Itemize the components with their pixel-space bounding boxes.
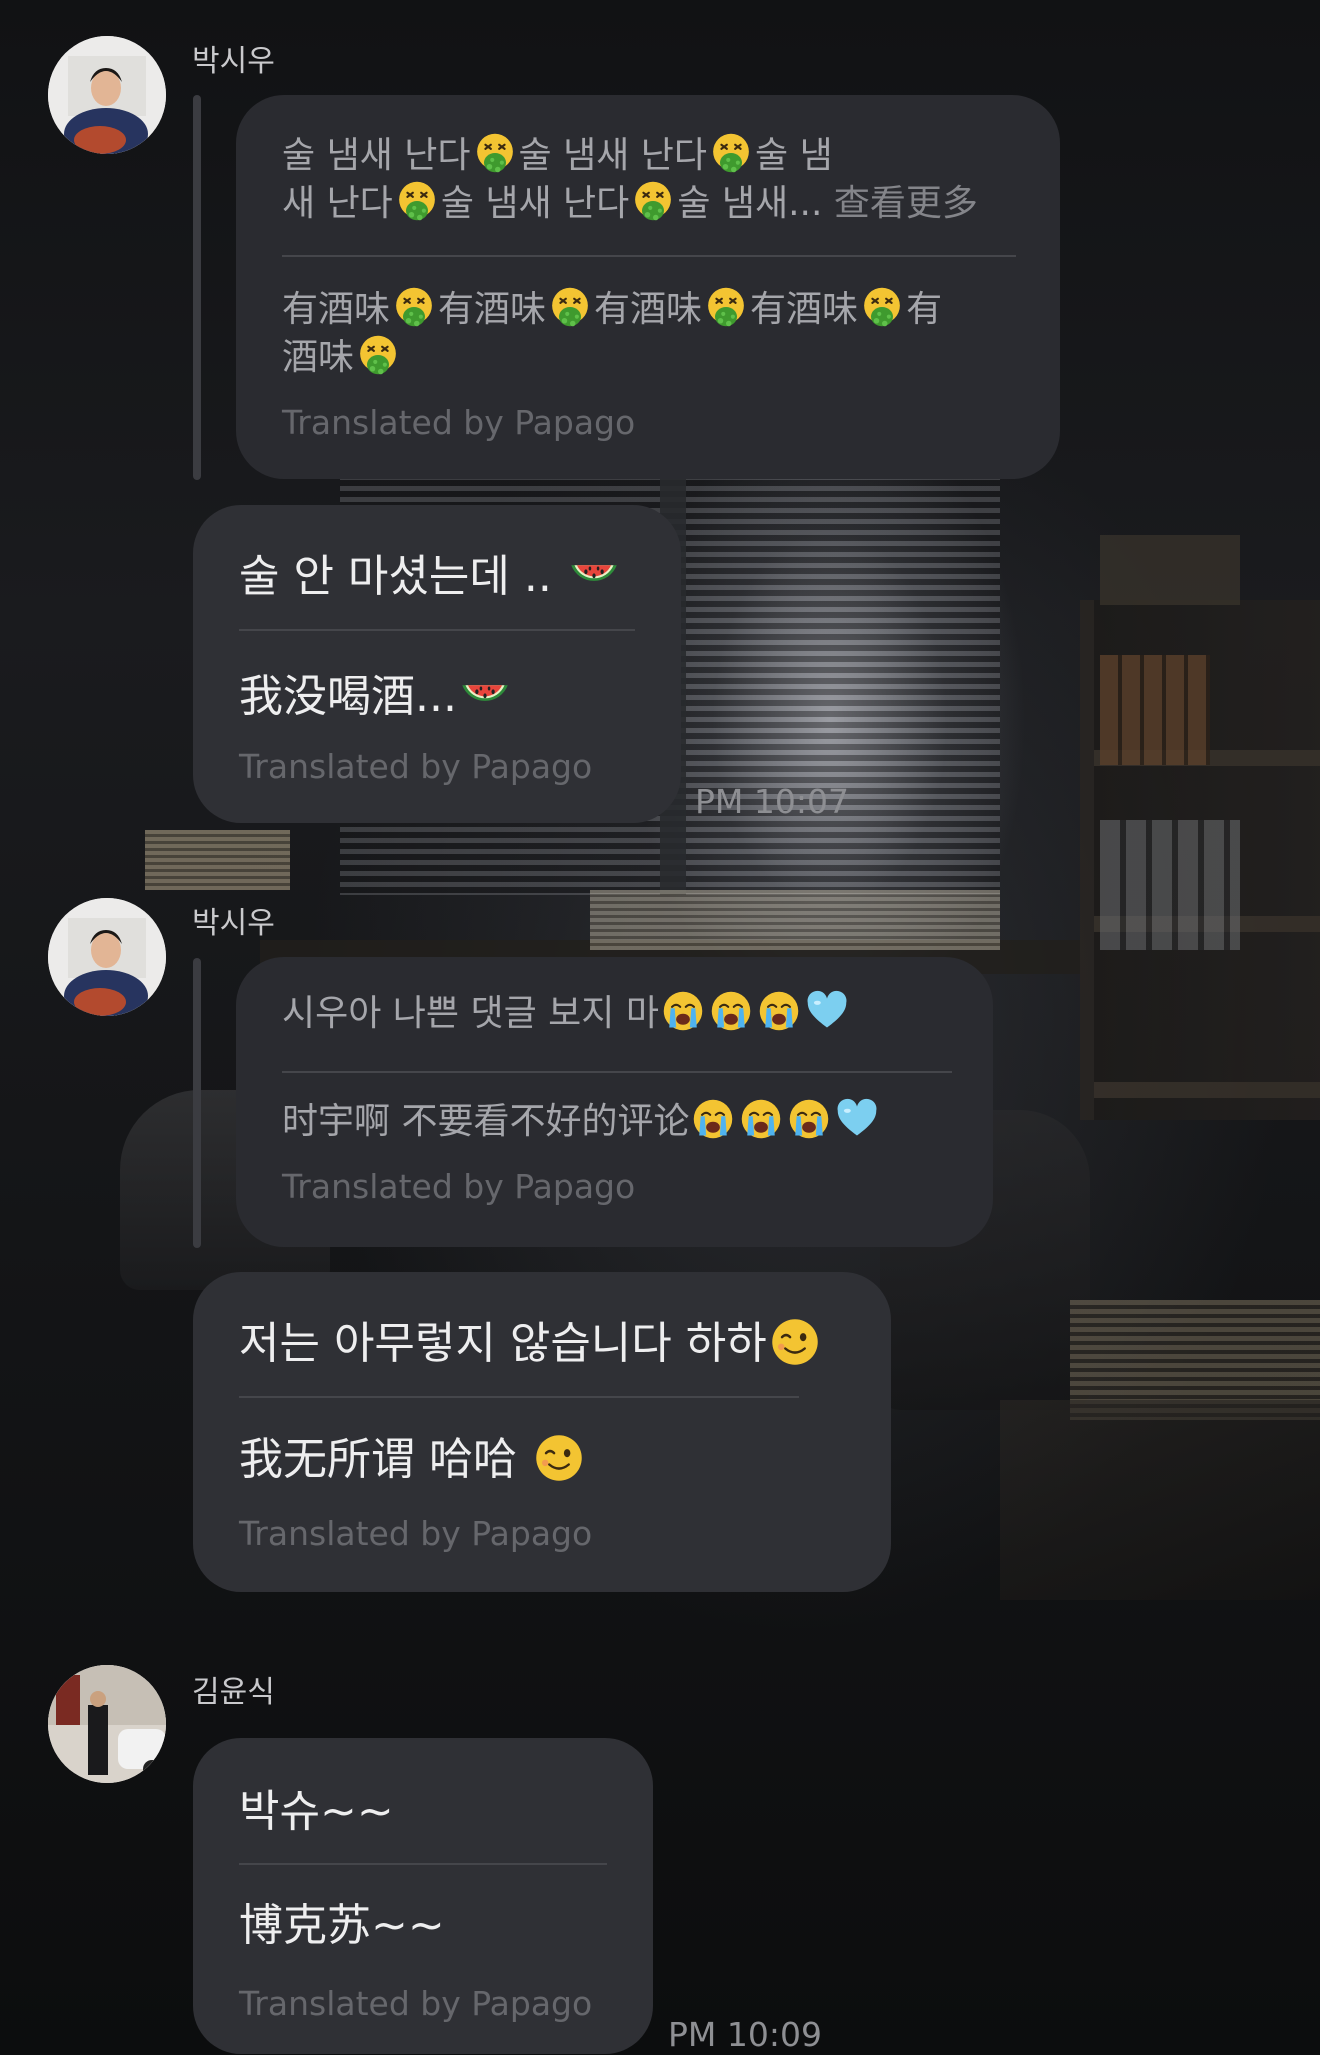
- message-translated-text: 我无所谓 哈哈: [239, 1432, 587, 1488]
- message-bubble[interactable]: 박슈~~ 博克苏~~ Translated by Papago: [193, 1738, 653, 2054]
- message-original-text: 술 안 마셨는데 ..: [239, 549, 622, 605]
- translation-divider: [282, 1071, 952, 1073]
- winking-face-icon: [769, 1316, 821, 1368]
- face-vomiting-icon: [860, 285, 904, 329]
- background-books: [1100, 655, 1210, 765]
- face-vomiting-icon: [709, 131, 753, 175]
- see-more-link[interactable]: 查看更多: [834, 183, 978, 224]
- message-original-text: 박슈~~: [239, 1786, 394, 1837]
- face-vomiting-icon: [548, 285, 592, 329]
- reply-thread-bar: [193, 958, 201, 1248]
- quoted-message-bubble[interactable]: 시우아 나쁜 댓글 보지 마 时宇啊 不要看不好的评论 Translated b…: [236, 957, 993, 1247]
- background-bookshelf: [1080, 600, 1320, 1120]
- papago-credit: Translated by Papago: [239, 1984, 593, 2023]
- avatar[interactable]: [48, 898, 166, 1016]
- loudly-crying-face-icon: [661, 989, 705, 1033]
- background-paper-stack: [1070, 1300, 1320, 1420]
- papago-credit: Translated by Papago: [239, 747, 593, 786]
- profile-photo: [48, 36, 166, 154]
- quoted-translated-line-2: 酒味: [282, 333, 402, 382]
- reply-thread-bar: [193, 95, 201, 480]
- quoted-original-line-2: 새 난다 술 냄새 난다 술 냄새... 查看更多: [282, 179, 978, 228]
- face-vomiting-icon: [356, 333, 400, 377]
- loudly-crying-face-icon: [709, 989, 753, 1033]
- quoted-translated-line-1: 有酒味 有酒味 有酒味 有酒味有: [282, 285, 942, 334]
- profile-photo: [48, 898, 166, 1016]
- sender-name: 박시우: [192, 906, 275, 941]
- profile-photo: [48, 1665, 166, 1783]
- face-vomiting-icon: [473, 131, 517, 175]
- face-vomiting-icon: [392, 285, 436, 329]
- quoted-message-bubble[interactable]: 술 냄새 난다 술 냄새 난다 술 냄 새 난다 술 냄새 난다 술 냄새... 查看更…: [236, 95, 1060, 479]
- light-blue-heart-icon: [805, 989, 849, 1033]
- watermelon-icon: [568, 549, 620, 601]
- loudly-crying-face-icon: [787, 1097, 831, 1141]
- message-original-text: 저는 아무렇지 않습니다 하하: [239, 1316, 823, 1372]
- light-blue-heart-icon: [835, 1097, 879, 1141]
- papago-credit: Translated by Papago: [282, 1167, 636, 1206]
- papago-credit: Translated by Papago: [239, 1514, 593, 1553]
- background-table: [1000, 1400, 1320, 1600]
- message-timestamp: PM 10:09: [668, 2015, 822, 2054]
- loudly-crying-face-icon: [739, 1097, 783, 1141]
- watermelon-icon: [459, 669, 511, 721]
- translation-divider: [239, 1396, 799, 1398]
- loudly-crying-face-icon: [691, 1097, 735, 1141]
- translation-divider: [282, 255, 1016, 257]
- translation-divider: [239, 1863, 607, 1865]
- quoted-original-line-1: 술 냄새 난다 술 냄새 난다 술 냄: [282, 131, 833, 180]
- face-vomiting-icon: [704, 285, 748, 329]
- background-binders: [1100, 820, 1240, 950]
- message-bubble[interactable]: 술 안 마셨는데 .. 我没喝酒... Translated by Papago: [193, 505, 681, 823]
- sender-name: 김윤식: [192, 1675, 275, 1710]
- background-desk-papers: [590, 890, 1000, 950]
- translation-divider: [239, 629, 635, 631]
- chat-screen: 박시우 술 냄새 난다 술 냄새 난다 술 냄 새 난다 술 냄새 난다 술 냄새...…: [0, 0, 1320, 2055]
- background-box: [1100, 535, 1240, 605]
- face-vomiting-icon: [631, 179, 675, 223]
- message-bubble[interactable]: 저는 아무렇지 않습니다 하하 我无所谓 哈哈 Translated by Pa…: [193, 1272, 891, 1592]
- avatar[interactable]: [48, 36, 166, 154]
- background-papers: [145, 830, 290, 890]
- avatar[interactable]: [48, 1665, 166, 1783]
- message-translated-text: 博克苏~~: [239, 1900, 445, 1951]
- loudly-crying-face-icon: [757, 989, 801, 1033]
- winking-face-icon: [533, 1432, 585, 1484]
- face-vomiting-icon: [395, 179, 439, 223]
- quoted-original-text: 시우아 나쁜 댓글 보지 마: [282, 989, 851, 1038]
- sender-name: 박시우: [192, 44, 275, 79]
- papago-credit: Translated by Papago: [282, 403, 636, 442]
- quoted-translated-text: 时宇啊 不要看不好的评论: [282, 1097, 881, 1146]
- message-timestamp: PM 10:07: [695, 782, 849, 821]
- message-translated-text: 我没喝酒...: [239, 669, 513, 725]
